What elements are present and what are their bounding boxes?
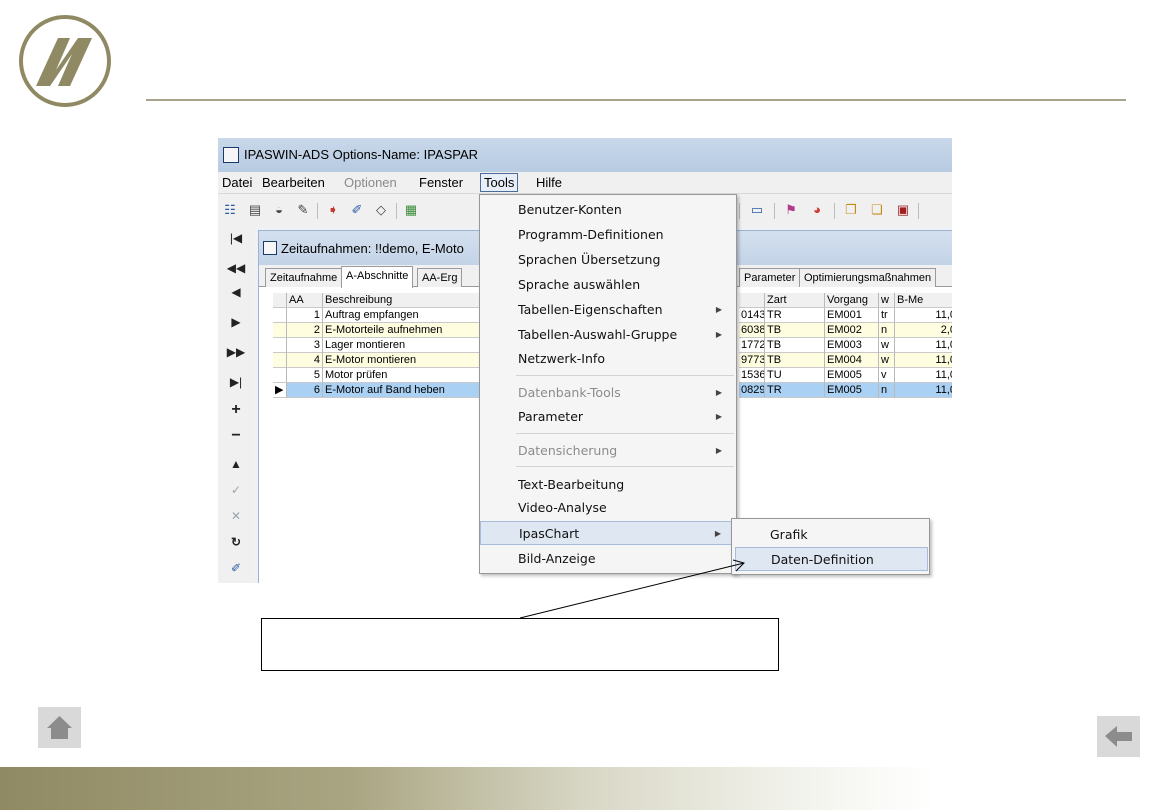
callout-arrow <box>519 559 745 619</box>
home-icon[interactable] <box>38 707 81 748</box>
footer-band <box>0 767 1170 810</box>
back-arrow-icon[interactable] <box>1097 716 1140 757</box>
callout-box <box>261 618 779 671</box>
